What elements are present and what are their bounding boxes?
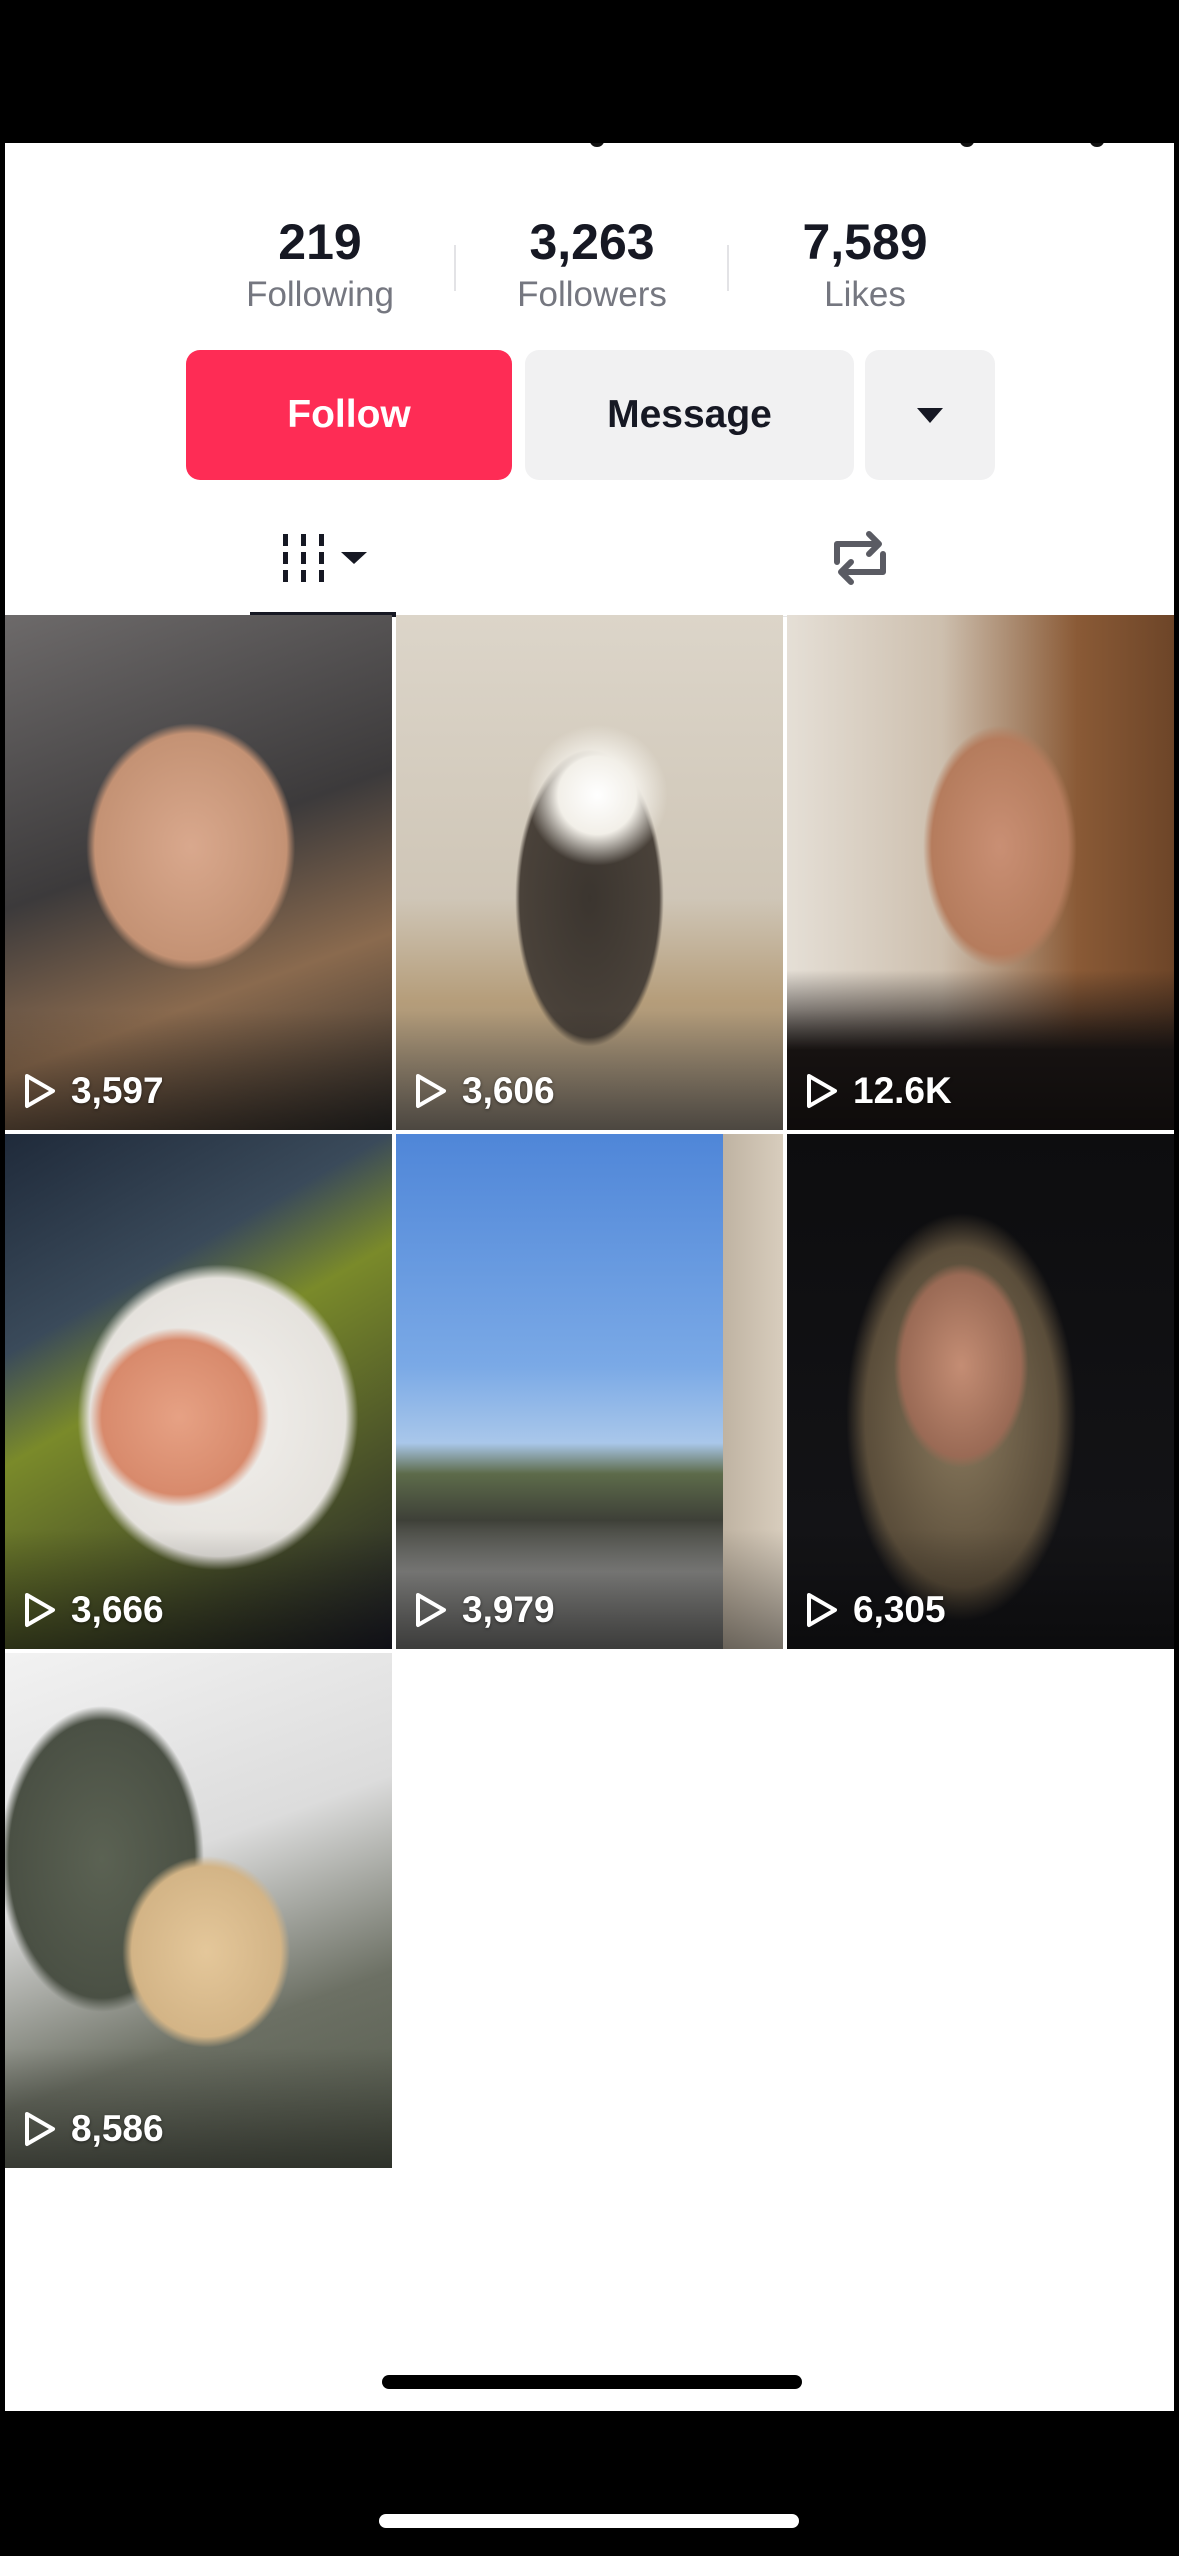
follow-button[interactable]: Follow xyxy=(186,350,512,480)
play-icon xyxy=(25,1593,55,1627)
view-count: 3,606 xyxy=(414,1070,555,1112)
likes-label: Likes xyxy=(824,275,906,314)
stat-likes[interactable]: 7,589 Likes xyxy=(745,213,985,317)
view-count-text: 8,586 xyxy=(71,2108,164,2149)
play-icon xyxy=(416,1074,446,1108)
view-count: 6,305 xyxy=(805,1589,946,1631)
view-count-text: 3,597 xyxy=(71,1070,164,1111)
grid-filter-icon xyxy=(283,534,367,582)
following-count: 219 xyxy=(278,214,362,270)
video-thumbnail[interactable]: 3,666 xyxy=(5,1134,392,1649)
stat-divider xyxy=(727,245,729,291)
view-count-text: 3,979 xyxy=(462,1589,555,1630)
view-count: 8,586 xyxy=(23,2108,164,2150)
followers-count: 3,263 xyxy=(529,214,655,270)
view-count: 3,597 xyxy=(23,1070,164,1112)
play-icon xyxy=(807,1593,837,1627)
profile-stats: 219 Following 3,263 Followers 7,589 Like… xyxy=(5,213,1174,323)
view-count-text: 6,305 xyxy=(853,1589,946,1630)
view-count-text: 12.6K xyxy=(853,1070,952,1111)
play-icon xyxy=(416,1593,446,1627)
more-options-button[interactable] xyxy=(865,350,995,480)
stat-divider xyxy=(454,245,456,291)
video-thumbnail[interactable]: 6,305 xyxy=(787,1134,1174,1649)
play-icon xyxy=(25,1074,55,1108)
followers-label: Followers xyxy=(517,275,667,314)
system-home-indicator[interactable] xyxy=(379,2514,799,2528)
tab-videos[interactable] xyxy=(250,503,396,613)
message-button[interactable]: Message xyxy=(525,350,854,480)
view-count: 12.6K xyxy=(805,1070,952,1112)
profile-screen: 219 Following 3,263 Followers 7,589 Like… xyxy=(5,143,1174,2411)
following-label: Following xyxy=(246,275,394,314)
view-count-text: 3,606 xyxy=(462,1070,555,1111)
view-count-text: 3,666 xyxy=(71,1589,164,1630)
view-count: 3,666 xyxy=(23,1589,164,1631)
video-thumbnail[interactable]: 12.6K xyxy=(787,615,1174,1130)
video-thumbnail[interactable]: 3,979 xyxy=(396,1134,783,1649)
caret-down-icon xyxy=(917,407,943,423)
repost-icon xyxy=(834,531,886,585)
home-indicator[interactable] xyxy=(382,2375,802,2389)
video-thumbnail[interactable]: 3,597 xyxy=(5,615,392,1130)
play-icon xyxy=(807,1074,837,1108)
content-tabs xyxy=(5,503,1174,617)
video-thumbnail[interactable]: 8,586 xyxy=(5,1653,392,2168)
clipped-header-text xyxy=(5,143,1174,149)
tab-reposts[interactable] xyxy=(795,503,925,613)
stat-followers[interactable]: 3,263 Followers xyxy=(472,213,712,317)
view-count: 3,979 xyxy=(414,1589,555,1631)
video-thumbnail[interactable]: 3,606 xyxy=(396,615,783,1130)
likes-count: 7,589 xyxy=(802,214,928,270)
play-icon xyxy=(25,2112,55,2146)
stat-following[interactable]: 219 Following xyxy=(200,213,440,317)
